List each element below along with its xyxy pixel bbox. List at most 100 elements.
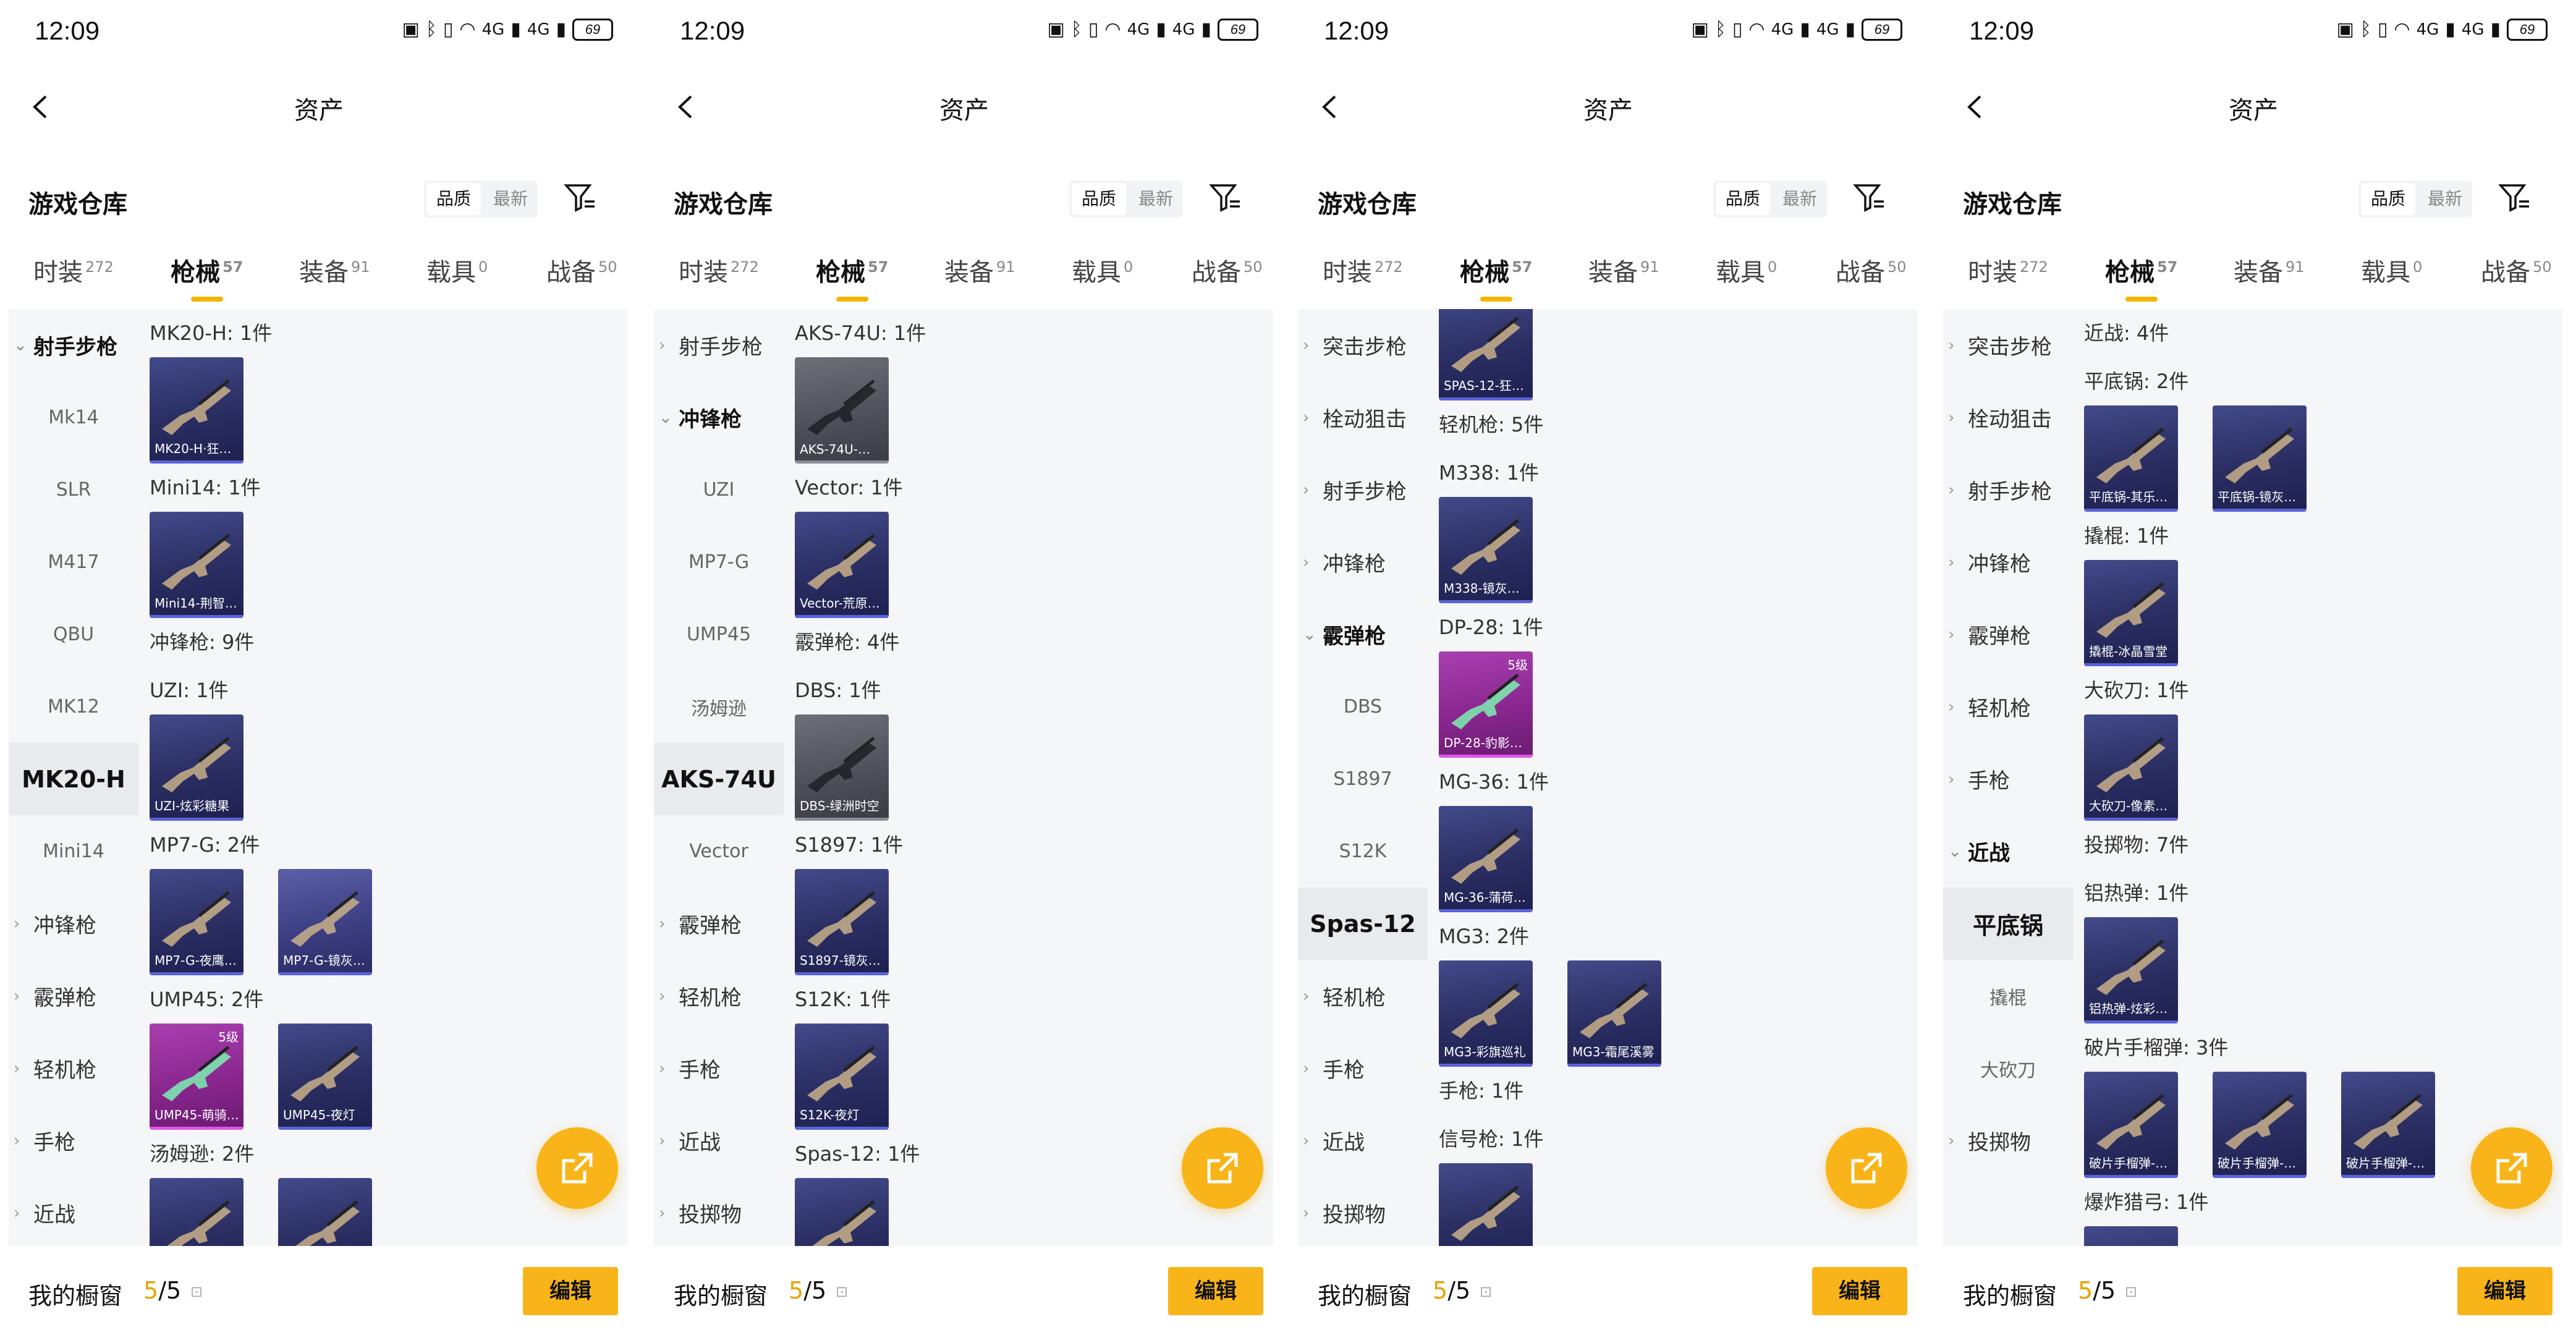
sidebar-item[interactable]: › 投掷物 xyxy=(654,1177,784,1246)
item-card[interactable]: MG-36-蒲荷… xyxy=(1439,806,1533,912)
sidebar-item[interactable]: ⌄ 冲锋枪 xyxy=(654,381,784,454)
sidebar-item[interactable]: › 手枪 xyxy=(1943,743,2073,815)
item-card[interactable]: 平底锅-其乐… xyxy=(2084,405,2178,512)
sidebar-item[interactable]: S1897 xyxy=(1298,743,1428,815)
tab-2[interactable]: 装备 91 xyxy=(1588,252,1659,288)
tab-1[interactable]: 枪械 57 xyxy=(816,252,888,302)
sidebar-item[interactable]: › 栓动狙击 xyxy=(1298,381,1428,454)
sidebar-item[interactable]: › 手枪 xyxy=(9,1104,138,1177)
sort-latest-button[interactable]: 最新 xyxy=(1129,180,1183,218)
item-card[interactable]: MP7-G-镜灰… xyxy=(278,869,372,975)
sidebar-item[interactable]: › 突击步枪 xyxy=(1943,309,2073,381)
sidebar-item[interactable]: › 轻机枪 xyxy=(654,960,784,1032)
edit-button[interactable]: 编辑 xyxy=(1812,1267,1907,1315)
sidebar-item[interactable]: Mk14 xyxy=(9,381,138,454)
item-card[interactable]: SPAS-12-狂… xyxy=(1439,309,1533,400)
item-card[interactable] xyxy=(278,1178,372,1246)
item-card[interactable] xyxy=(150,1178,244,1246)
tab-1[interactable]: 枪械 57 xyxy=(171,252,243,302)
tab-1[interactable]: 枪械 57 xyxy=(2105,252,2177,302)
sidebar-item[interactable]: ⌄ 霰弹枪 xyxy=(1298,598,1428,671)
item-card[interactable]: 破片手榴弹-… xyxy=(2213,1072,2307,1178)
sidebar-item[interactable]: Spas-12 xyxy=(1298,888,1428,960)
filter-icon[interactable] xyxy=(1208,180,1242,215)
tab-3[interactable]: 载具 0 xyxy=(426,252,488,288)
tab-0[interactable]: 时装 272 xyxy=(1968,252,2048,288)
tab-4[interactable]: 战备 50 xyxy=(1836,252,1907,288)
sidebar-item[interactable]: MP7-G xyxy=(654,526,784,598)
sidebar-item[interactable]: AKS-74U xyxy=(654,743,784,815)
sidebar-item[interactable]: › 冲锋枪 xyxy=(9,888,138,960)
share-button[interactable] xyxy=(1182,1127,1263,1209)
item-card[interactable]: MK20-H·狂… xyxy=(150,357,244,464)
item-card[interactable]: 撬棍-冰晶雪堂 xyxy=(2084,560,2178,666)
sidebar-item[interactable]: 平底锅 xyxy=(1943,888,2073,960)
tab-1[interactable]: 枪械 57 xyxy=(1460,252,1532,302)
sidebar-item[interactable]: ⌄ 近战 xyxy=(1943,815,2073,888)
share-button[interactable] xyxy=(536,1127,618,1209)
sidebar-item[interactable]: QBU xyxy=(9,598,138,671)
sidebar-item[interactable]: DBS xyxy=(1298,671,1428,743)
sidebar-item[interactable]: S12K xyxy=(1298,815,1428,888)
sidebar-item[interactable]: › 手枪 xyxy=(1298,1032,1428,1104)
sidebar-item[interactable]: › 近战 xyxy=(9,1177,138,1246)
sidebar-item[interactable]: UZI xyxy=(654,454,784,526)
sidebar-item[interactable]: › 投掷物 xyxy=(1943,1104,2073,1177)
item-card[interactable]: AKS-74U-… xyxy=(795,357,889,464)
sidebar-item[interactable]: › 轻机枪 xyxy=(9,1032,138,1104)
sidebar-item[interactable]: 大砍刀 xyxy=(1943,1032,2073,1104)
sidebar-item[interactable]: › 冲锋枪 xyxy=(1943,526,2073,598)
share-button[interactable] xyxy=(1826,1127,1907,1209)
sidebar-item[interactable]: › 射手步枪 xyxy=(1298,454,1428,526)
sort-quality-button[interactable]: 品质 xyxy=(1072,183,1126,215)
sort-latest-button[interactable]: 最新 xyxy=(483,180,538,218)
sidebar-item[interactable]: MK12 xyxy=(9,671,138,743)
sidebar-item[interactable]: Mini14 xyxy=(9,815,138,888)
sidebar-item[interactable]: › 突击步枪 xyxy=(1298,309,1428,381)
tab-2[interactable]: 装备 91 xyxy=(299,252,370,288)
sort-quality-button[interactable]: 品质 xyxy=(426,183,481,215)
edit-button[interactable]: 编辑 xyxy=(2457,1267,2553,1315)
sidebar-item[interactable]: M417 xyxy=(9,526,138,598)
filter-icon[interactable] xyxy=(1852,180,1886,215)
sidebar-item[interactable]: › 射手步枪 xyxy=(1943,454,2073,526)
item-card[interactable]: UMP45-夜灯 xyxy=(278,1024,372,1130)
item-card[interactable]: 5级 UMP45-萌骑… xyxy=(150,1024,244,1130)
item-card[interactable]: M338-镜灰… xyxy=(1439,497,1533,603)
sidebar-item[interactable]: › 投掷物 xyxy=(1298,1177,1428,1246)
sidebar-item[interactable]: › 近战 xyxy=(654,1104,784,1177)
item-card[interactable]: 平底锅-镜灰… xyxy=(2213,405,2307,512)
tab-3[interactable]: 载具 0 xyxy=(1072,252,1133,288)
tab-4[interactable]: 战备 50 xyxy=(546,252,617,288)
item-card[interactable]: DBS-绿洲时空 xyxy=(795,714,889,821)
sort-latest-button[interactable]: 最新 xyxy=(1773,180,1827,218)
item-card[interactable]: 信号枪-异曜… xyxy=(1439,1163,1533,1246)
item-card[interactable]: MG3-彩旗巡礼 xyxy=(1439,960,1533,1067)
sidebar-item[interactable]: › 轻机枪 xyxy=(1943,671,2073,743)
sidebar-item[interactable]: ⌄ 射手步枪 xyxy=(9,309,138,381)
item-card[interactable] xyxy=(2084,1226,2178,1246)
sidebar-item[interactable]: MK20-H xyxy=(9,743,138,815)
sidebar-item[interactable]: UMP45 xyxy=(654,598,784,671)
tab-2[interactable]: 装备 91 xyxy=(2234,252,2305,288)
sidebar-item[interactable]: › 近战 xyxy=(1298,1104,1428,1177)
filter-icon[interactable] xyxy=(2497,180,2532,215)
filter-icon[interactable] xyxy=(562,180,597,215)
tab-4[interactable]: 战备 50 xyxy=(2481,252,2552,288)
sidebar-item[interactable]: › 霰弹枪 xyxy=(9,960,138,1032)
item-card[interactable]: 铝热弹-炫彩… xyxy=(2084,917,2178,1024)
sidebar-item[interactable]: › 手枪 xyxy=(654,1032,784,1104)
item-card[interactable]: 破片手榴弹-… xyxy=(2084,1072,2178,1178)
item-card[interactable]: S1897-镜灰… xyxy=(795,869,889,975)
sidebar-item[interactable]: › 冲锋枪 xyxy=(1298,526,1428,598)
item-card[interactable]: 破片手榴弹-… xyxy=(2341,1072,2435,1178)
sidebar-item[interactable]: › 栓动狙击 xyxy=(1943,381,2073,454)
share-button[interactable] xyxy=(2471,1127,2553,1209)
item-card[interactable]: 大砍刀-像素… xyxy=(2084,714,2178,821)
item-card[interactable]: Vector-荒原… xyxy=(795,512,889,618)
tab-0[interactable]: 时装 272 xyxy=(33,252,114,288)
item-card[interactable]: UZI-炫彩糖果 xyxy=(150,714,244,821)
item-card[interactable]: Mini14-荆智… xyxy=(150,512,244,618)
tab-0[interactable]: 时装 272 xyxy=(679,252,759,288)
sidebar-item[interactable]: Vector xyxy=(654,815,784,888)
